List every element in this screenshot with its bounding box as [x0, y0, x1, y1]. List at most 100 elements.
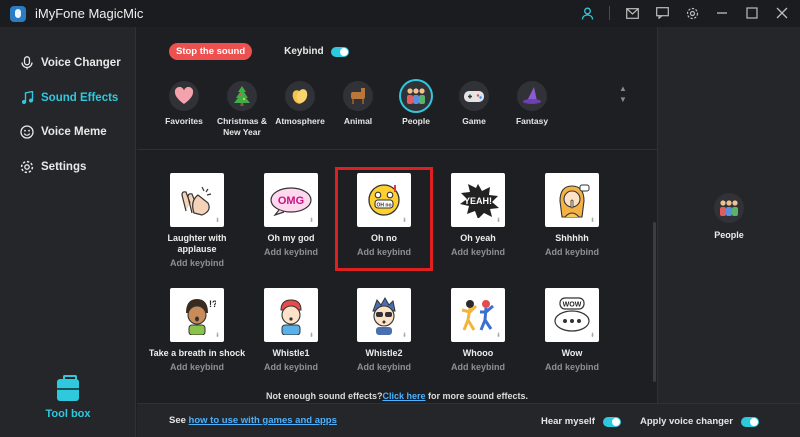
add-keybind-link[interactable]: Add keybind [522, 247, 622, 257]
heart-icon [169, 81, 199, 111]
svg-text:!?: !? [209, 299, 216, 309]
app-title: iMyFone MagicMic [35, 6, 144, 21]
music-note-icon [20, 91, 34, 105]
divider [609, 6, 610, 20]
effect-card[interactable]: ⬇ [451, 288, 505, 342]
right-panel: People [657, 27, 800, 403]
effect-card[interactable]: OMG ⬇ [264, 173, 318, 227]
effect-card[interactable]: !? ⬇ [170, 288, 224, 342]
download-icon[interactable]: ⬇ [590, 332, 595, 339]
yeah-burst-icon: YEAH! [460, 184, 499, 218]
chevron-down-icon[interactable]: ▼ [617, 94, 629, 105]
effect-card[interactable]: ⬇ [264, 288, 318, 342]
stop-sound-button[interactable]: Stop the sound [169, 43, 253, 60]
keybind-label: Keybind [284, 46, 324, 57]
effect-card[interactable]: WOW ⬇ [545, 288, 599, 342]
sidebar-item-label: Settings [41, 161, 87, 173]
download-icon[interactable]: ⬇ [215, 217, 220, 224]
effect-take-a-breath-in-shock: !? ⬇ Take a breath in shock Add keybind [147, 288, 247, 372]
wow-speech-icon: WOW [554, 297, 590, 332]
add-keybind-link[interactable]: Add keybind [147, 362, 247, 372]
add-keybind-link[interactable]: Add keybind [428, 247, 528, 257]
omg-speech-icon: OMG [270, 187, 312, 216]
add-keybind-link[interactable]: Add keybind [241, 362, 341, 372]
effect-card[interactable]: YEAH! ⬇ [451, 173, 505, 227]
clapping-hands-icon [285, 81, 315, 111]
svg-text:OMG: OMG [278, 195, 304, 207]
add-keybind-link[interactable]: Add keybind [522, 362, 622, 372]
smiley-icon [20, 125, 34, 139]
effect-card[interactable]: ⬇ [357, 288, 411, 342]
svg-text:WOW: WOW [563, 302, 582, 309]
add-keybind-link[interactable]: Add keybind [241, 247, 341, 257]
sidebar-item-voice-meme[interactable]: Voice Meme [20, 125, 107, 139]
add-keybind-link[interactable]: Add keybind [428, 362, 528, 372]
effect-wow: WOW ⬇ Wow Add keybind [522, 288, 622, 372]
more-effects-note: Not enough sound effects?Click here for … [137, 391, 657, 401]
divider [137, 149, 657, 150]
effect-oh-yeah: YEAH! ⬇ Oh yeah Add keybind [428, 173, 528, 257]
sunglasses-man-icon [372, 296, 396, 335]
svg-text:YEAH!: YEAH! [464, 196, 492, 206]
apply-voice-changer-toggle[interactable] [740, 416, 759, 427]
hear-myself-label: Hear myself [541, 416, 595, 427]
effect-oh-my-god: OMG ⬇ Oh my god Add keybind [241, 173, 341, 257]
maximize-icon[interactable] [744, 5, 760, 21]
selected-category: People [696, 193, 762, 240]
mail-icon[interactable] [624, 5, 640, 21]
toolbox-button[interactable]: Tool box [40, 375, 96, 420]
hear-myself-toggle[interactable] [602, 416, 621, 427]
add-keybind-link[interactable]: Add keybind [334, 362, 434, 372]
minimize-icon[interactable] [714, 5, 730, 21]
download-icon[interactable]: ⬇ [496, 332, 501, 339]
sidebar-item-label: Voice Meme [41, 126, 107, 138]
sidebar: Voice Changer Sound Effects Voice Meme S… [0, 27, 136, 437]
download-icon[interactable]: ⬇ [309, 217, 314, 224]
help-text: See how to use with games and apps [169, 415, 337, 426]
shush-person-icon [559, 184, 590, 218]
download-icon[interactable]: ⬇ [402, 332, 407, 339]
effects-scrollbar[interactable] [653, 222, 656, 382]
effect-name: Whistle1 [272, 348, 310, 358]
category-fantasy[interactable]: Fantasy [497, 81, 567, 127]
download-icon[interactable]: ⬇ [496, 217, 501, 224]
sidebar-item-sound-effects[interactable]: Sound Effects [20, 91, 118, 105]
download-icon[interactable]: ⬇ [309, 332, 314, 339]
effect-name: Oh my god [267, 233, 315, 243]
effect-card[interactable]: ⬇ [170, 173, 224, 227]
click-here-link[interactable]: Click here [382, 391, 425, 401]
chevron-up-icon[interactable]: ▲ [617, 83, 629, 94]
download-icon[interactable]: ⬇ [215, 332, 220, 339]
effect-shhhhh: ⬇ Shhhhh Add keybind [522, 173, 622, 257]
sidebar-item-voice-changer[interactable]: Voice Changer [20, 56, 121, 70]
dancing-people-icon [461, 300, 494, 331]
effect-card[interactable]: ⬇ [545, 173, 599, 227]
download-icon[interactable]: ⬇ [590, 217, 595, 224]
shocked-person-icon: !? [186, 299, 216, 335]
app-logo-icon [10, 5, 26, 22]
gamepad-icon [459, 81, 489, 111]
sidebar-item-label: Voice Changer [41, 57, 121, 69]
feedback-icon[interactable] [654, 5, 670, 21]
main-panel: Stop the sound Keybind Favorites Christm… [137, 27, 657, 403]
people-icon [401, 81, 431, 111]
selected-category-label: People [714, 230, 744, 240]
settings-gear-icon[interactable] [684, 5, 700, 21]
selection-highlight [335, 167, 433, 271]
clapping-hands-icon [181, 186, 212, 216]
add-keybind-link[interactable]: Add keybind [147, 258, 247, 268]
people-icon [714, 193, 744, 223]
effect-name: Wow [561, 348, 583, 358]
whistling-boy-icon [280, 299, 302, 335]
account-icon[interactable] [579, 5, 595, 21]
sidebar-item-settings[interactable]: Settings [20, 160, 86, 174]
apply-voice-changer-control: Apply voice changer [640, 416, 759, 427]
keybind-toggle[interactable] [330, 46, 349, 57]
effect-whistle1: ⬇ Whistle1 Add keybind [241, 288, 341, 372]
category-scroll[interactable]: ▲ ▼ [617, 83, 629, 105]
close-icon[interactable] [774, 5, 790, 21]
sound-toolbar: Stop the sound Keybind [169, 43, 349, 60]
how-to-use-link[interactable]: how to use with games and apps [189, 415, 337, 426]
toolbox-icon [57, 375, 79, 401]
witch-hat-icon [517, 81, 547, 111]
